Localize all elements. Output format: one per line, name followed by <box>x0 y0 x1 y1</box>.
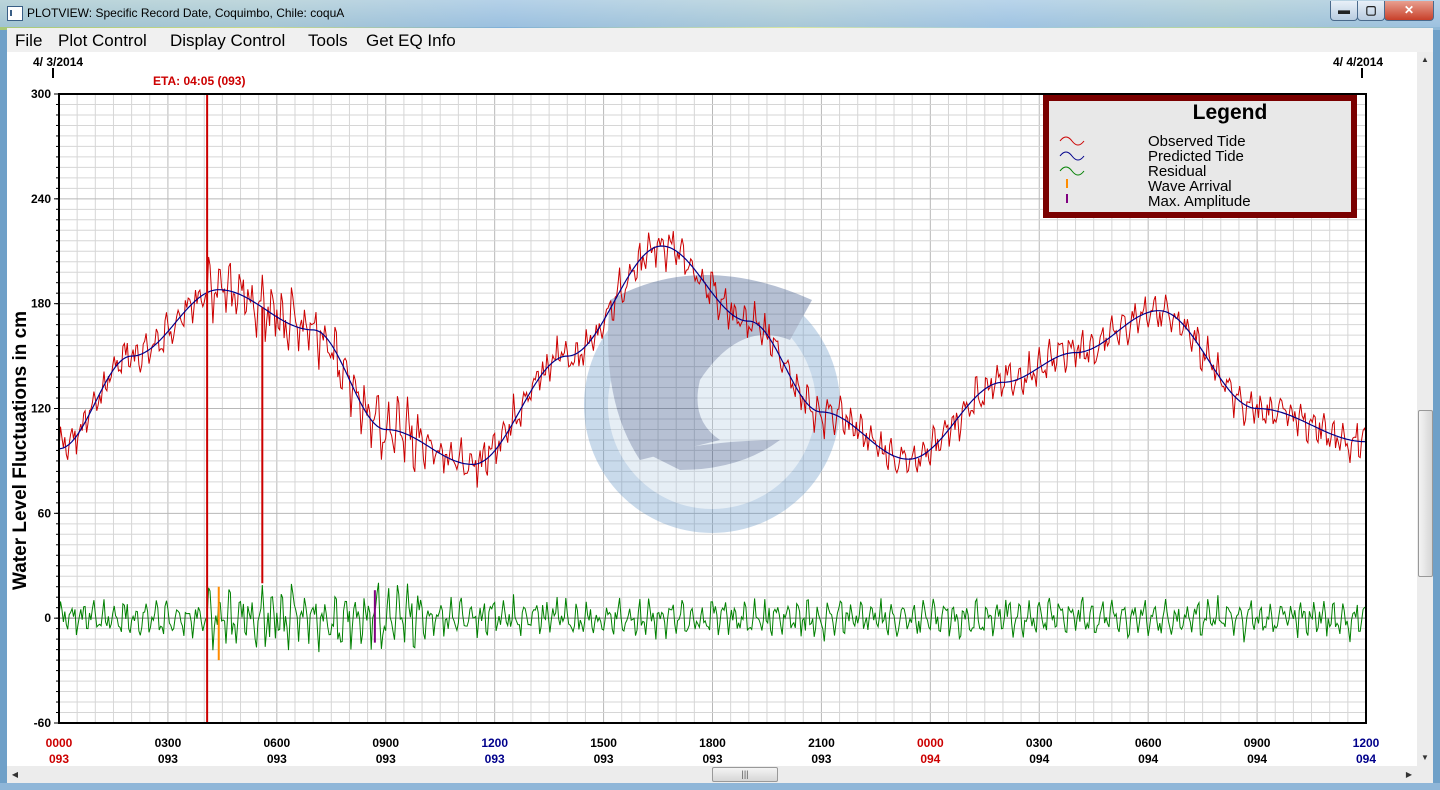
x-tick-day-label: 093 <box>49 752 69 766</box>
y-tick-label: -60 <box>34 716 52 730</box>
legend-title: Legend <box>1193 101 1268 124</box>
x-tick-time-label: 0000 <box>46 736 73 750</box>
x-tick-time-label: 1200 <box>481 736 508 750</box>
x-tick-day-label: 093 <box>158 752 178 766</box>
x-tick-time-label: 1800 <box>699 736 726 750</box>
x-tick-time-label: 0000 <box>917 736 944 750</box>
x-tick-day-label: 094 <box>1138 752 1158 766</box>
x-tick-day-label: 094 <box>1356 752 1376 766</box>
x-tick-day-label: 094 <box>1247 752 1267 766</box>
y-tick-label: 300 <box>31 87 51 101</box>
vertical-scroll-thumb[interactable] <box>1418 410 1433 577</box>
scroll-left-arrow-icon[interactable]: ◀ <box>7 766 23 783</box>
date-left-label: 4/ 3/2014 <box>33 55 83 69</box>
x-tick-time-label: 0300 <box>155 736 182 750</box>
x-tick-time-label: 0300 <box>1026 736 1053 750</box>
scroll-up-arrow-icon[interactable]: ▲ <box>1417 52 1433 68</box>
x-tick-day-label: 093 <box>485 752 505 766</box>
x-tick-day-label: 093 <box>811 752 831 766</box>
y-tick-label: 0 <box>44 611 51 625</box>
x-tick-day-label: 094 <box>920 752 940 766</box>
scroll-down-arrow-icon[interactable]: ▼ <box>1417 750 1433 766</box>
date-right-label: 4/ 4/2014 <box>1333 55 1383 69</box>
y-tick-label: 60 <box>38 506 52 520</box>
horizontal-scrollbar[interactable]: ◀ ||| ▶ <box>7 766 1417 783</box>
x-tick-time-label: 0900 <box>372 736 399 750</box>
scrollbar-corner <box>1417 766 1433 783</box>
y-tick-label: 180 <box>31 297 51 311</box>
x-tick-day-label: 093 <box>702 752 722 766</box>
tide-chart: -60 0 60 120 180 240 300 0000 093 0300 093 0600 093 0… <box>10 55 1383 766</box>
window-frame-bottom <box>0 783 1440 790</box>
scroll-right-arrow-icon[interactable]: ▶ <box>1401 766 1417 783</box>
x-tick-day-label: 093 <box>376 752 396 766</box>
legend-box: Legend Observed Tide Predicted Tide Resi… <box>1043 95 1357 218</box>
y-axis-label: Water Level Fluctuations in cm <box>10 311 31 590</box>
plotview-window: PLOTVIEW: Specific Record Date, Coquimbo… <box>0 0 1440 790</box>
x-tick-time-label: 0600 <box>1135 736 1162 750</box>
legend-max-amplitude: Max. Amplitude <box>1148 193 1251 210</box>
x-tick-day-label: 094 <box>1029 752 1049 766</box>
x-tick-time-label: 0600 <box>263 736 290 750</box>
eta-label: ETA: 04:05 (093) <box>153 74 245 88</box>
y-tick-label: 120 <box>31 402 51 416</box>
horizontal-scroll-thumb[interactable]: ||| <box>712 767 778 782</box>
y-tick-label: 240 <box>31 192 51 206</box>
x-tick-day-label: 093 <box>594 752 614 766</box>
x-tick-time-label: 1500 <box>590 736 617 750</box>
x-tick-time-label: 1200 <box>1353 736 1380 750</box>
x-tick-time-label: 0900 <box>1244 736 1271 750</box>
vertical-scrollbar[interactable]: ▲ ▼ <box>1417 52 1433 766</box>
x-tick-time-label: 2100 <box>808 736 835 750</box>
x-tick-day-label: 093 <box>267 752 287 766</box>
